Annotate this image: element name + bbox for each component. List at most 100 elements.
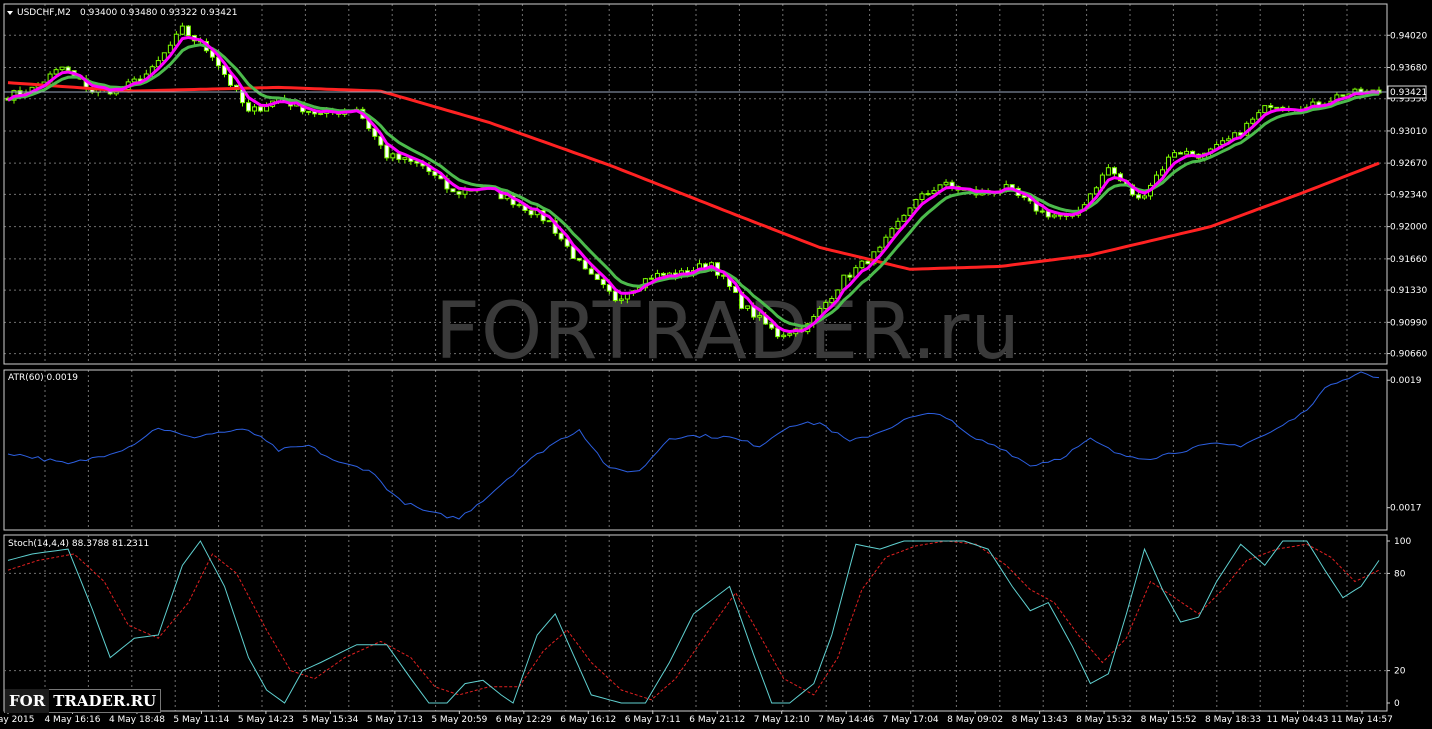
candle-bull (306, 110, 312, 113)
logo-part-for: FOR (5, 689, 50, 713)
candle-bull (925, 193, 931, 196)
candle-bull (402, 157, 408, 160)
trading-chart[interactable]: FORTRADER.ru 0.940200.936800.933500.9301… (0, 0, 1432, 729)
price-axis-label: 0.92000 (1390, 223, 1427, 233)
candle-bear (612, 290, 618, 302)
time-axis-label: 8 May 13:43 (1012, 715, 1068, 725)
candle-bull (1172, 152, 1178, 158)
candle-bear (450, 188, 456, 193)
time-axis-label: 11 May 04:43 (1267, 715, 1329, 725)
candle-bull (618, 298, 624, 302)
candle-bear (769, 323, 775, 329)
candle-bear (1039, 210, 1045, 213)
price-axis-label: 0.90660 (1390, 350, 1427, 360)
candle-bull (462, 189, 468, 195)
candle-bull (787, 333, 793, 336)
candle-bear (576, 257, 582, 261)
candle-bull (919, 193, 925, 200)
candle-bull (1105, 167, 1111, 176)
candle-bear (1190, 150, 1196, 155)
candle-bull (1274, 106, 1280, 109)
price-axis-label: 0.92670 (1390, 159, 1427, 169)
candle-bear (185, 25, 191, 37)
stoch-axis-label: 100 (1394, 537, 1411, 547)
candle-bear (1340, 94, 1346, 97)
candle-bear (227, 73, 233, 86)
candle-bull (252, 106, 258, 112)
candle-bear (1178, 152, 1184, 155)
time-axis-label: 4 May 16:16 (44, 715, 100, 725)
time-axis-label: 5 May 15:34 (302, 715, 358, 725)
time-axis-label: 5 May 20:59 (431, 715, 487, 725)
candle-bull (757, 314, 763, 318)
watermark-text: FORTRADER.ru (435, 287, 1021, 377)
candle-bear (1111, 167, 1117, 175)
candle-bull (648, 277, 654, 280)
candle-bear (847, 274, 853, 278)
time-axis-label: 5 May 11:14 (173, 715, 229, 725)
candle-bull (390, 153, 396, 159)
time-axis-label: 7 May 14:46 (818, 715, 874, 725)
window-menu-triangle-icon[interactable] (7, 11, 13, 15)
candle-bull (53, 69, 59, 75)
time-axis-label: 8 May 15:52 (1141, 715, 1197, 725)
candle-bull (1250, 118, 1256, 124)
time-axis-label: 6 May 17:11 (625, 715, 681, 725)
fortrader-logo: FOR TRADER.RU (4, 689, 162, 713)
atr-indicator-label: ATR(60) 0.0019 (8, 373, 78, 383)
atr-axis-label: 0.0019 (1390, 376, 1422, 386)
candle-bull (913, 198, 919, 209)
price-axis-label: 0.93010 (1390, 127, 1427, 137)
candle-bear (594, 273, 600, 280)
candle-bear (546, 220, 552, 223)
time-axis-label: 8 May 18:33 (1205, 715, 1261, 725)
price-axis-label: 0.94020 (1390, 31, 1427, 41)
candle-bull (877, 246, 883, 253)
stoch-indicator-label: Stoch(14,4,4) 88.3788 81.2311 (8, 539, 149, 549)
time-axis-label: 1 May 2015 (0, 715, 34, 725)
candle-bear (600, 278, 606, 286)
candle-bull (1051, 214, 1057, 218)
price-axis-label: 0.91330 (1390, 286, 1427, 296)
time-axis-label: 8 May 09:02 (947, 715, 1003, 725)
candle-bear (1268, 105, 1274, 108)
candle-bear (384, 144, 390, 159)
price-axis-label: 0.92340 (1390, 190, 1427, 200)
ohlc-label: 0.93400 0.93480 0.93322 0.93421 (80, 8, 237, 18)
candle-bull (1141, 195, 1147, 199)
candle-bear (558, 232, 564, 240)
atr-axis-label: 0.0017 (1390, 504, 1422, 514)
stoch-axis-label: 80 (1394, 569, 1406, 579)
time-axis-label: 6 May 12:29 (496, 715, 552, 725)
candle-bear (516, 204, 522, 207)
time-axis-label: 7 May 12:10 (754, 715, 810, 725)
time-axis-label: 5 May 17:13 (367, 715, 423, 725)
logo-part-trader: TRADER.RU (53, 692, 157, 710)
candle-bull (781, 334, 787, 338)
price-axis-label: 0.90990 (1390, 318, 1427, 328)
candle-bear (246, 102, 252, 112)
candle-bull (895, 220, 901, 230)
candle-bear (258, 106, 264, 112)
axis-labels: 0.940200.936800.933500.930100.926700.923… (0, 31, 1427, 725)
time-axis-label: 8 May 15:32 (1076, 715, 1132, 725)
candle-bull (889, 228, 895, 238)
candle-bull (179, 25, 185, 35)
candle-bear (865, 260, 871, 265)
candle-bull (943, 181, 949, 186)
candle-bull (318, 112, 324, 115)
candle-bull (131, 78, 137, 83)
time-axis-label: 6 May 16:12 (560, 715, 616, 725)
candle-bull (745, 305, 751, 309)
candle-bear (396, 153, 402, 160)
symbol-label: USDCHF,M2 (17, 8, 71, 18)
current-price-label: 0.93421 (1390, 88, 1427, 98)
price-axis-label: 0.93680 (1390, 63, 1427, 73)
candle-bear (528, 209, 534, 216)
time-axis-label: 7 May 17:04 (883, 715, 939, 725)
candle-bull (59, 66, 65, 71)
candle-bull (1184, 150, 1190, 155)
candle-bull (931, 190, 937, 195)
time-axis-label: 6 May 21:12 (689, 715, 745, 725)
candle-bear (660, 272, 666, 276)
